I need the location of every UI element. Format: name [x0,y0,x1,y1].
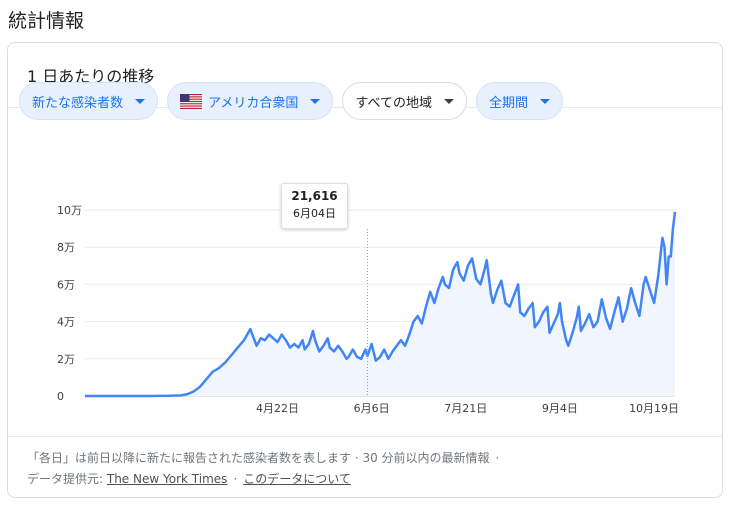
country-dropdown-label: アメリカ合衆国 [208,95,299,111]
chevron-down-icon [539,98,550,104]
region-dropdown-label: すべての地域 [355,95,432,111]
chevron-down-icon [310,98,321,104]
tooltip-date: 6月04日 [293,207,336,220]
region-dropdown[interactable]: すべての地域 [342,82,467,120]
tooltip-value: 21,616 [291,189,338,203]
footer-dot: · [495,451,500,465]
chevron-down-icon [443,98,454,104]
footer-note-line: 「各日」は前日以降に新たに報告された感染者数を表します · 30 分前以内の最新… [27,448,717,469]
country-dropdown[interactable]: アメリカ合衆国 [167,82,334,120]
footer-note: 「各日」は前日以降に新たに報告された感染者数を表します · 30 分前以内の最新… [27,451,490,465]
period-dropdown-label: 全期間 [488,95,528,111]
footer: 「各日」は前日以降に新たに報告された感染者数を表します · 30 分前以内の最新… [27,448,717,490]
metric-dropdown-label: 新たな感染者数 [32,95,124,111]
page-title: 統計情報 [8,10,85,32]
about-data-link[interactable]: このデータについて [243,472,351,486]
footer-dot: · [233,472,238,486]
metric-dropdown[interactable]: 新たな感染者数 [19,82,159,120]
source-link[interactable]: The New York Times [107,472,228,486]
us-flag-icon [180,93,203,109]
chevron-down-icon [135,98,146,104]
source-label: データ提供元: [27,472,104,486]
hover-tooltip: 21,616 6月04日 [281,183,348,229]
period-dropdown[interactable]: 全期間 [475,82,563,120]
footer-source-line: データ提供元: The New York Times · このデータについて [27,469,717,490]
filter-bar: 新たな感染者数 アメリカ合衆国 すべての地域 全期間 [19,82,563,120]
footer-divider [8,436,722,437]
